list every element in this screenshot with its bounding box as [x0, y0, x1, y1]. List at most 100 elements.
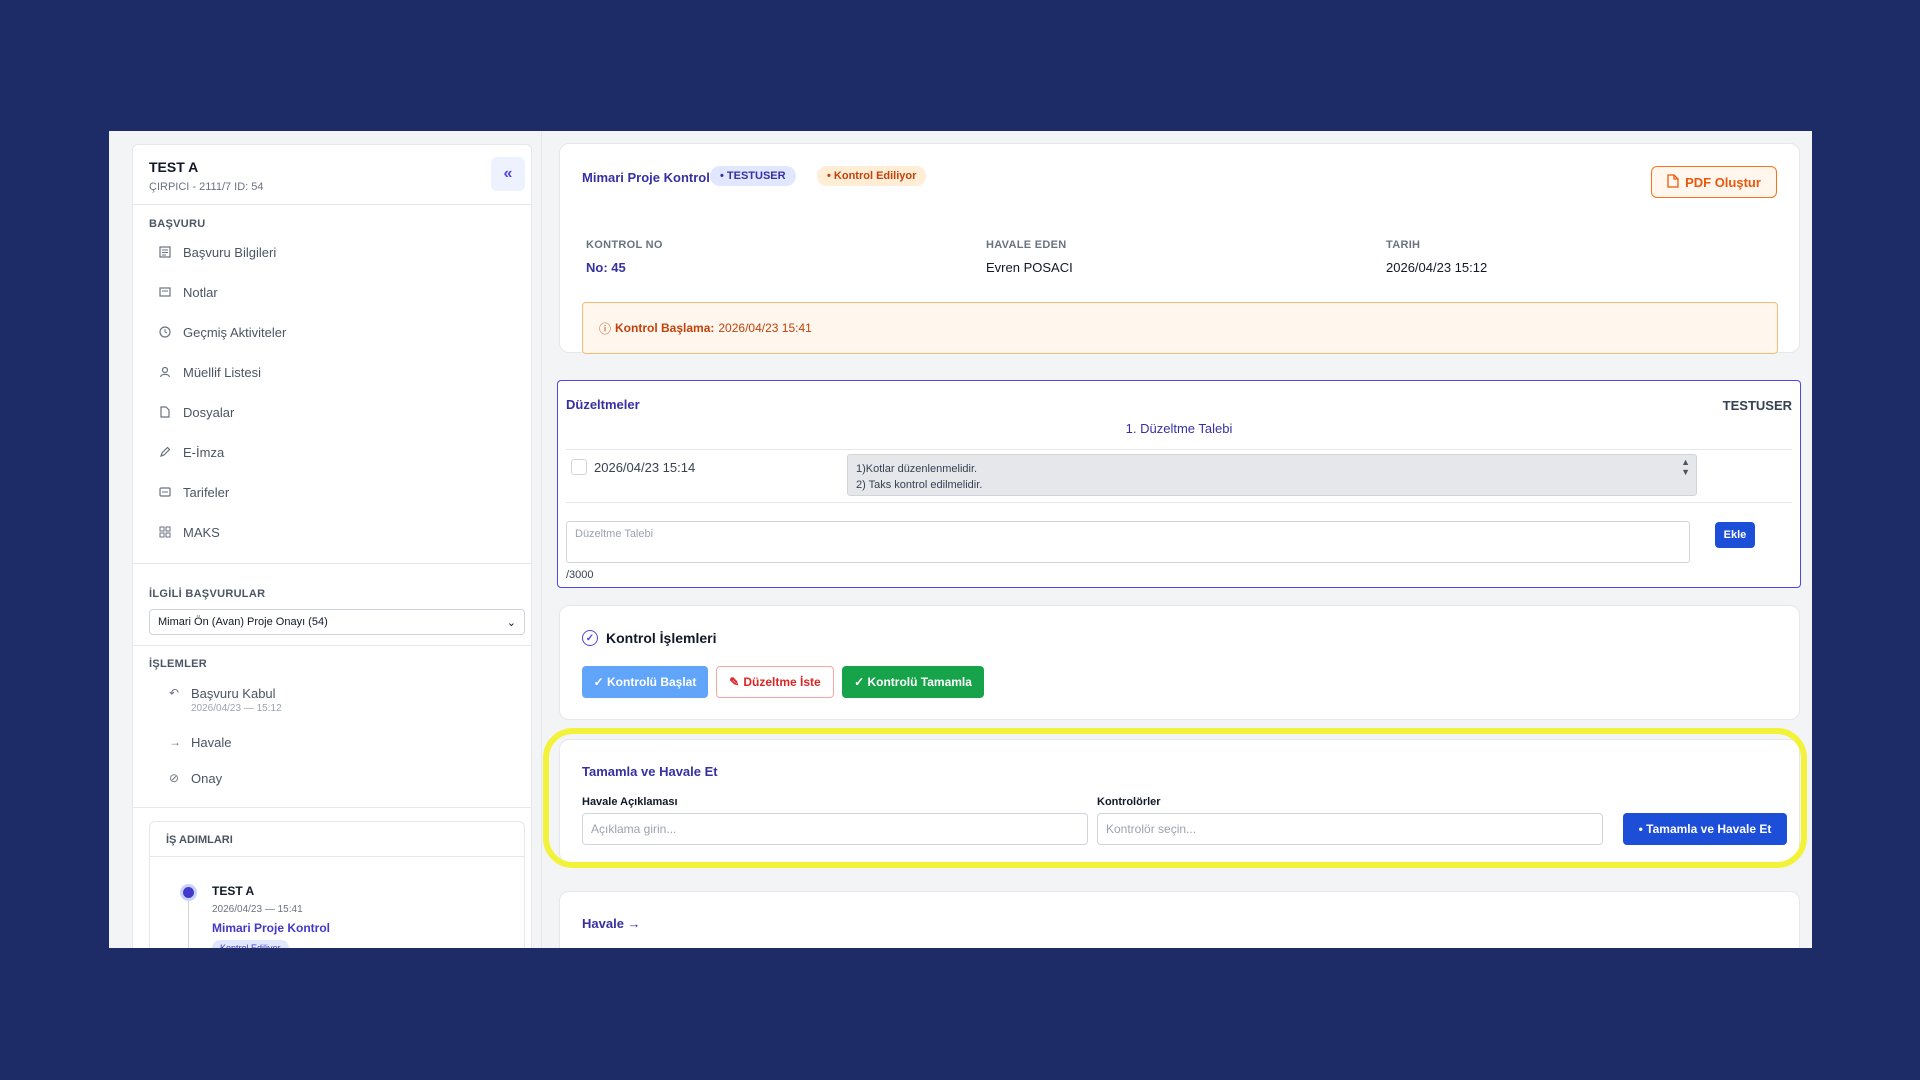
corrections-card: Düzeltmeler TESTUSER 1. Düzeltme Talebi …: [557, 380, 1801, 588]
havale-card: Havale →: [559, 891, 1800, 948]
sidebar-item-dosyalar[interactable]: Dosyalar: [157, 400, 234, 424]
op-item-onay[interactable]: ⊘ Onay: [169, 771, 222, 786]
meta-label-kontrol-no: KONTROL NO: [586, 239, 663, 251]
tag-icon: [157, 484, 173, 500]
sidebar-item-label: Tarifeler: [183, 484, 230, 500]
user-icon: [157, 364, 173, 380]
meta-value-kontrol-no: No: 45: [586, 260, 626, 275]
highlight-annotation: [543, 728, 1807, 868]
character-counter: /3000: [566, 569, 594, 581]
meta-value-tarih: 2026/04/23 15:12: [1386, 260, 1488, 275]
undo-icon: ↶: [169, 686, 180, 700]
work-steps-box: İŞ ADIMLARI TEST A 2026/04/23 — 15:41 Mi…: [149, 821, 525, 948]
note-icon: [157, 284, 173, 300]
app-window: TEST A ÇIRPICI - 2111/7 ID: 54 « BAŞVURU…: [109, 131, 1812, 948]
divider: [133, 563, 531, 564]
alert-label: Kontrol Başlama:: [615, 321, 715, 335]
page-title: Mimari Proje Kontrol: [582, 170, 710, 185]
step-name: TEST A: [212, 884, 255, 898]
section-related-label: İLGİLİ BAŞVURULAR: [149, 588, 266, 600]
sidebar-item-label: Notlar: [183, 284, 218, 300]
clock-icon: [157, 324, 173, 340]
sidebar-item-e-imza[interactable]: E-İmza: [157, 440, 224, 464]
check-circle-icon: ⊘: [169, 771, 180, 785]
step-link[interactable]: Mimari Proje Kontrol: [212, 921, 330, 935]
corrections-user: TESTUSER: [1722, 398, 1792, 413]
havale-link[interactable]: Havale →: [582, 916, 641, 931]
divider: [133, 645, 531, 646]
sidebar-item-label: Müellif Listesi: [183, 364, 262, 380]
related-applications-select[interactable]: Mimari Ön (Avan) Proje Onayı (54) ⌄: [149, 609, 525, 635]
double-chevron-left-icon: «: [503, 165, 513, 182]
info-icon: ⓘ: [599, 321, 612, 336]
chevron-down-icon: ⌄: [506, 616, 516, 629]
sidebar-subtitle: ÇIRPICI - 2111/7 ID: 54: [149, 181, 264, 193]
scroll-arrows-icon[interactable]: ▲ ▼: [1681, 457, 1690, 477]
sidebar-item-label: E-İmza: [183, 444, 225, 460]
meta-label-havale-eden: HAVALE EDEN: [986, 239, 1067, 251]
sidebar-item-label: Dosyalar: [183, 404, 235, 420]
op-label: Havale: [191, 735, 232, 750]
pen-icon: [157, 444, 173, 460]
sidebar-item-maks[interactable]: MAKS: [157, 520, 220, 544]
start-control-button[interactable]: ✓ Kontrolü Başlat: [582, 666, 708, 698]
sidebar-item-notlar[interactable]: Notlar: [157, 280, 218, 304]
correction-date: 2026/04/23 15:14: [594, 460, 696, 475]
correction-line-2: 2) Taks kontrol edilmelidir.: [856, 479, 983, 491]
divider: [133, 807, 531, 808]
correction-checkbox[interactable]: [571, 459, 587, 475]
sidebar-panel: TEST A ÇIRPICI - 2111/7 ID: 54 « BAŞVURU…: [132, 144, 532, 948]
section-basvuru-label: BAŞVURU: [149, 218, 206, 230]
complete-control-button[interactable]: ✓ Kontrolü Tamamla: [842, 666, 984, 698]
sidebar-item-basvuru-bilgileri[interactable]: Başvuru Bilgileri: [157, 240, 276, 264]
section-ops-label: İŞLEMLER: [149, 658, 208, 670]
pdf-create-button[interactable]: PDF Oluştur: [1651, 166, 1777, 198]
op-item-havale[interactable]: → Havale: [169, 735, 231, 750]
meta-label-tarih: TARIH: [1386, 239, 1421, 251]
document-icon: [157, 244, 173, 260]
op-label: Onay: [191, 771, 223, 786]
divider: [150, 856, 524, 857]
file-icon: [157, 404, 173, 420]
operations-title: Kontrol İşlemleri: [606, 630, 717, 646]
corrections-title: Düzeltmeler: [566, 397, 640, 412]
operations-title-row: ✓ Kontrol İşlemleri: [582, 630, 716, 646]
correction-request-input[interactable]: Düzeltme Talebi: [566, 521, 1690, 563]
sidebar-header: TEST A ÇIRPICI - 2111/7 ID: 54 «: [133, 145, 531, 205]
related-select-value: Mimari Ön (Avan) Proje Onayı (54): [158, 616, 328, 628]
corrections-subtitle: 1. Düzeltme Talebi: [1125, 421, 1233, 436]
op-label: Başvuru Kabul: [191, 686, 276, 701]
sidebar-item-label: MAKS: [183, 524, 220, 540]
user-badge: • TESTUSER: [710, 166, 796, 186]
control-header-card: Mimari Proje Kontrol • TESTUSER • Kontro…: [559, 143, 1800, 354]
sidebar-item-tarifeler[interactable]: Tarifeler: [157, 480, 229, 504]
arrow-right-icon: →: [169, 735, 181, 749]
collapse-sidebar-button[interactable]: «: [491, 157, 525, 191]
sidebar-title: TEST A: [149, 159, 199, 175]
steps-title: İŞ ADIMLARI: [166, 834, 233, 846]
request-fix-label: Düzeltme İste: [743, 675, 821, 689]
control-operations-card: ✓ Kontrol İşlemleri ✓ Kontrolü Başlat ✎ …: [559, 605, 1800, 720]
sidebar-item-label: Başvuru Bilgileri: [183, 244, 277, 260]
status-badge: • Kontrol Ediliyor: [817, 166, 927, 186]
op-item-basvuru-kabul[interactable]: ↶ Başvuru Kabul 2026/04/23 — 15:12: [169, 686, 282, 714]
pencil-icon: ✎: [729, 675, 740, 689]
correction-text-area[interactable]: 1)Kotlar düzenlenmelidir. 2) Taks kontro…: [847, 454, 1697, 496]
grid-icon: [157, 524, 173, 540]
control-start-alert: ⓘ Kontrol Başlama: 2026/04/23 15:41: [582, 302, 1778, 354]
sidebar-item-label: Geçmiş Aktiviteler: [183, 324, 287, 340]
pdf-button-label: PDF Oluştur: [1685, 174, 1761, 190]
sidebar-item-muellif-listesi[interactable]: Müellif Listesi: [157, 360, 261, 384]
add-correction-button[interactable]: Ekle: [1715, 522, 1755, 548]
correction-line-1: 1)Kotlar düzenlenmelidir.: [856, 463, 978, 475]
correction-row: 2026/04/23 15:14 1)Kotlar düzenlenmelidi…: [566, 449, 1792, 503]
timeline-dot-icon: [180, 884, 197, 901]
sidebar-item-gecmis-aktiviteler[interactable]: Geçmiş Aktiviteler: [157, 320, 286, 344]
request-fix-button[interactable]: ✎ Düzeltme İste: [716, 666, 834, 698]
step-status-badge: Kontrol Ediliyor: [212, 940, 289, 948]
check-circle-icon: ✓: [582, 630, 598, 646]
sidebar: TEST A ÇIRPICI - 2111/7 ID: 54 « BAŞVURU…: [109, 131, 542, 948]
step-date: 2026/04/23 — 15:41: [212, 904, 303, 915]
file-pdf-icon: [1667, 173, 1679, 191]
meta-value-havale-eden: Evren POSACI: [986, 260, 1073, 275]
